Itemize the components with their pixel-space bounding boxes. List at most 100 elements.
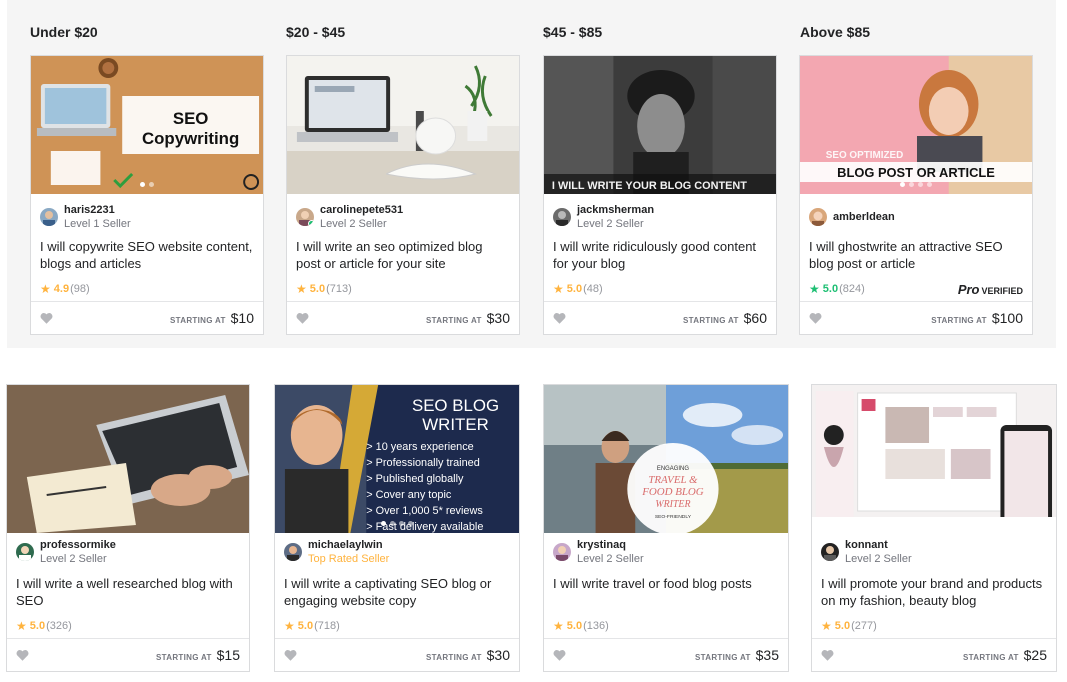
card-footer: STARTING AT $25 <box>812 638 1056 671</box>
gig-thumbnail[interactable] <box>287 56 519 194</box>
price-amount: $10 <box>230 310 254 326</box>
rating-score: 4.9 <box>53 283 70 295</box>
price[interactable]: STARTING AT $25 <box>963 647 1047 663</box>
gig-card[interactable]: professormike Level 2 Seller I will writ… <box>6 384 250 672</box>
image-text-writer: WRITER <box>422 415 488 434</box>
gig-card[interactable]: ENGAGING TRAVEL & FOOD BLOG WRITER SEO-F… <box>543 384 789 672</box>
heart-icon[interactable] <box>16 649 29 661</box>
price[interactable]: STARTING AT $10 <box>170 310 254 326</box>
avatar[interactable] <box>284 543 302 561</box>
heart-icon[interactable] <box>553 649 566 661</box>
price[interactable]: STARTING AT $30 <box>426 647 510 663</box>
avatar[interactable] <box>809 208 827 226</box>
seller-info[interactable]: carolinepete531 Level 2 Seller <box>296 203 403 231</box>
gig-title[interactable]: I will write a captivating SEO blog or e… <box>284 575 510 609</box>
rating-score: 5.0 <box>834 620 851 632</box>
rating-count: (718) <box>314 620 340 632</box>
avatar[interactable] <box>553 543 571 561</box>
verified-label: VERIFIED <box>981 286 1023 296</box>
blog-post-image: SEO OPTIMIZED BLOG POST OR ARTICLE <box>800 56 1032 194</box>
star-icon: ★ <box>284 619 295 633</box>
image-text-seo: SEO <box>173 109 209 128</box>
star-icon: ★ <box>296 282 307 296</box>
seller-name[interactable]: jackmsherman <box>577 204 654 217</box>
seller-info[interactable]: jackmsherman Level 2 Seller <box>553 203 654 231</box>
card-footer: STARTING AT $15 <box>7 638 249 671</box>
seller-name[interactable]: amberldean <box>833 211 895 224</box>
gig-title[interactable]: I will copywrite SEO website content, bl… <box>40 238 254 272</box>
rating-score: 5.0 <box>309 283 326 295</box>
carousel-dots[interactable] <box>140 182 154 187</box>
pro-verified-badge[interactable]: Pro VERIFIED <box>958 282 1023 297</box>
gig-card[interactable]: SEO Copywriting haris2231 Level 1 Seller… <box>30 55 264 335</box>
online-indicator <box>308 220 314 226</box>
gig-thumbnail[interactable]: ENGAGING TRAVEL & FOOD BLOG WRITER SEO-F… <box>544 385 788 533</box>
price[interactable]: STARTING AT $60 <box>683 310 767 326</box>
rating: ★ 5.0 (136) <box>553 619 609 633</box>
gig-card[interactable]: carolinepete531 Level 2 Seller I will wr… <box>286 55 520 335</box>
seller-name[interactable]: professormike <box>40 539 116 552</box>
seller-name[interactable]: michaelaylwin <box>308 539 389 552</box>
avatar[interactable] <box>40 208 58 226</box>
gig-title[interactable]: I will promote your brand and products o… <box>821 575 1047 609</box>
portrait-image: I WILL WRITE YOUR BLOG CONTENT <box>544 56 776 194</box>
image-text-travel: TRAVEL & <box>648 474 698 486</box>
image-text-seo-blog: SEO BLOG <box>412 396 499 415</box>
seller-name[interactable]: carolinepete531 <box>320 204 403 217</box>
avatar[interactable] <box>821 543 839 561</box>
gig-thumbnail[interactable]: SEO OPTIMIZED BLOG POST OR ARTICLE <box>800 56 1032 194</box>
gig-thumbnail[interactable] <box>7 385 249 533</box>
avatar[interactable] <box>16 543 34 561</box>
carousel-dots[interactable] <box>381 521 413 526</box>
starting-at-label: STARTING AT <box>695 653 751 662</box>
starting-at-label: STARTING AT <box>170 316 226 325</box>
gig-title[interactable]: I will write travel or food blog posts <box>553 575 779 592</box>
gig-title[interactable]: I will write an seo optimized blog post … <box>296 238 510 272</box>
seller-info[interactable]: professormike Level 2 Seller <box>16 538 116 566</box>
heart-icon[interactable] <box>296 312 309 324</box>
image-text-bullet: > Published globally <box>366 473 464 485</box>
seller-name[interactable]: konnant <box>845 539 912 552</box>
group-heading-45-85: $45 - $85 <box>543 24 603 40</box>
heart-icon[interactable] <box>284 649 297 661</box>
seller-level: Level 2 Seller <box>577 217 644 230</box>
gig-thumbnail[interactable] <box>812 385 1056 533</box>
seller-name[interactable]: krystinaq <box>577 539 644 552</box>
heart-icon[interactable] <box>40 312 53 324</box>
gig-card[interactable]: konnant Level 2 Seller I will promote yo… <box>811 384 1057 672</box>
seller-info[interactable]: amberldean <box>809 203 895 231</box>
gig-title[interactable]: I will write a well researched blog with… <box>16 575 240 609</box>
gig-card[interactable]: SEO BLOG WRITER > 10 years experience > … <box>274 384 520 672</box>
rating: ★ 5.0 (713) <box>296 282 352 296</box>
gig-card[interactable]: I WILL WRITE YOUR BLOG CONTENT jackmsher… <box>543 55 777 335</box>
gig-title[interactable]: I will write ridiculously good content f… <box>553 238 767 272</box>
seller-name[interactable]: haris2231 <box>64 204 131 217</box>
gig-thumbnail[interactable]: SEO BLOG WRITER > 10 years experience > … <box>275 385 519 533</box>
card-footer: STARTING AT $35 <box>544 638 788 671</box>
seller-info[interactable]: krystinaq Level 2 Seller <box>553 538 644 566</box>
seller-info[interactable]: haris2231 Level 1 Seller <box>40 203 131 231</box>
starting-at-label: STARTING AT <box>931 316 987 325</box>
gig-thumbnail[interactable]: I WILL WRITE YOUR BLOG CONTENT <box>544 56 776 194</box>
rating: ★ 5.0 (48) <box>553 282 603 296</box>
seller-level: Level 2 Seller <box>845 552 912 565</box>
price[interactable]: STARTING AT $100 <box>931 310 1023 326</box>
seller-info[interactable]: michaelaylwin Top Rated Seller <box>284 538 389 566</box>
price[interactable]: STARTING AT $30 <box>426 310 510 326</box>
star-icon: ★ <box>553 619 564 633</box>
heart-icon[interactable] <box>553 312 566 324</box>
avatar[interactable] <box>553 208 571 226</box>
price-amount: $15 <box>216 647 240 663</box>
gig-card[interactable]: SEO OPTIMIZED BLOG POST OR ARTICLE amber… <box>799 55 1033 335</box>
seller-info[interactable]: konnant Level 2 Seller <box>821 538 912 566</box>
heart-icon[interactable] <box>809 312 822 324</box>
image-text-seo-friendly: SEO-FRIENDLY <box>655 514 692 520</box>
gig-title[interactable]: I will ghostwrite an attractive SEO blog… <box>809 238 1023 272</box>
carousel-dots[interactable] <box>900 182 932 187</box>
rating-score: 5.0 <box>566 283 583 295</box>
heart-icon[interactable] <box>821 649 834 661</box>
gig-thumbnail[interactable]: SEO Copywriting <box>31 56 263 194</box>
price[interactable]: STARTING AT $15 <box>156 647 240 663</box>
price[interactable]: STARTING AT $35 <box>695 647 779 663</box>
avatar[interactable] <box>296 208 314 226</box>
